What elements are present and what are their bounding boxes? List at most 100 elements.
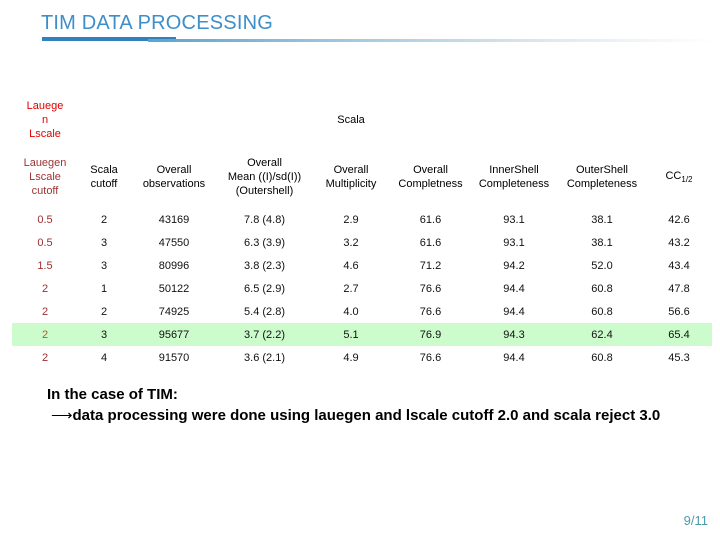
cell-outershell-completeness: 62.4	[591, 328, 613, 341]
column-header-overall-mean: Overall Mean ((I)/sd(I)) (Outershell)	[218, 146, 311, 208]
cell-scala-cutoff: 2	[100, 213, 108, 226]
col1-line2: cutoff	[90, 178, 118, 190]
page-title: TIM DATA PROCESSING	[41, 12, 273, 34]
note-body-text: data processing were done using lauegen …	[72, 406, 661, 424]
col2-line1: Overall	[156, 163, 192, 176]
cell-outershell-completeness: 52.0	[591, 259, 613, 272]
table-group-header-row: Lauege n Lscale Scala	[12, 96, 712, 146]
col2-line2: observations	[142, 178, 206, 190]
cell-innershell-completeness: 94.2	[503, 259, 525, 272]
col7-line2: Completeness	[566, 178, 638, 190]
group-header-spacer-a	[78, 96, 130, 146]
cell-scala-cutoff: 4	[100, 351, 108, 364]
group-header-spacer-g	[646, 96, 712, 146]
col5-line1: Overall	[413, 163, 448, 176]
cell-overall-completness: 76.9	[419, 328, 442, 341]
column-header-overall-completness: Overall Completness	[391, 146, 470, 208]
cell-overall-mean: 3.8 (2.3)	[244, 259, 285, 272]
cell-overall-multiplicity: 4.9	[343, 351, 359, 364]
table-row: 1.5 3 80996 3.8 (2.3) 4.6 71.2 94.2 52.0…	[12, 254, 712, 277]
col3-line3: (Outershell)	[235, 185, 294, 198]
cell-cc-half: 65.4	[668, 328, 690, 341]
cell-overall-completness: 71.2	[419, 259, 442, 272]
cell-cc-half: 45.3	[668, 351, 690, 364]
col4-line2: Multiplicity	[325, 178, 377, 190]
cell-overall-mean: 7.8 (4.8)	[244, 213, 285, 226]
col1-line1: Scala	[90, 163, 118, 176]
note-body: ⟶data processing were done using lauegen…	[47, 406, 667, 427]
group-header-spacer-f	[558, 96, 646, 146]
table-row: 0.5 3 47550 6.3 (3.9) 3.2 61.6 93.1 38.1…	[12, 231, 712, 254]
results-table: Lauege n Lscale Scala Lauegen Lscale cut…	[12, 96, 712, 369]
cell-lauegen-lscale-cutoff: 1.5	[37, 259, 53, 272]
cell-overall-multiplicity: 2.9	[343, 213, 359, 226]
cell-cc-half: 47.8	[668, 282, 690, 295]
col6-line1: InnerShell	[489, 163, 539, 176]
col3-line2: Mean ((I)/sd(I))	[227, 170, 302, 183]
table-row: 0.5 2 43169 7.8 (4.8) 2.9 61.6 93.1 38.1…	[12, 208, 712, 231]
cell-overall-mean: 6.5 (2.9)	[244, 282, 285, 295]
cell-overall-completness: 61.6	[419, 213, 442, 226]
cell-cc-half: 43.4	[668, 259, 690, 272]
cell-overall-observations: 80996	[158, 259, 190, 272]
cell-innershell-completeness: 94.4	[503, 282, 525, 295]
cell-overall-observations: 74925	[158, 305, 190, 318]
col4-line1: Overall	[333, 163, 369, 176]
cell-scala-cutoff: 3	[100, 328, 108, 341]
note-block: In the case of TIM: ⟶data processing wer…	[47, 385, 667, 426]
cell-cc-half: 42.6	[668, 213, 690, 226]
group-header-lauegen: Lauege n Lscale	[12, 96, 78, 146]
column-header-outershell-completeness: OuterShell Completeness	[558, 146, 646, 208]
cell-overall-completness: 76.6	[419, 351, 442, 364]
cell-overall-multiplicity: 3.2	[343, 236, 359, 249]
cell-overall-completness: 76.6	[419, 282, 442, 295]
cell-lauegen-lscale-cutoff: 2	[41, 328, 49, 341]
cell-innershell-completeness: 93.1	[503, 236, 525, 249]
cell-scala-cutoff: 3	[100, 259, 108, 272]
group-header-spacer-c	[218, 96, 311, 146]
cell-overall-observations: 95677	[158, 328, 190, 341]
col8-subscript: 1/2	[681, 174, 693, 184]
col7-line1: OuterShell	[576, 163, 628, 176]
cell-outershell-completeness: 38.1	[591, 236, 613, 249]
title-underline-gradient	[148, 39, 714, 42]
table-row: 2 1 50122 6.5 (2.9) 2.7 76.6 94.4 60.8 4…	[12, 277, 712, 300]
cell-overall-mean: 3.7 (2.2)	[244, 328, 285, 341]
cell-lauegen-lscale-cutoff: 2	[41, 305, 49, 318]
cell-scala-cutoff: 1	[100, 282, 108, 295]
cell-overall-observations: 47550	[158, 236, 190, 249]
table-column-header-row: Lauegen Lscale cutoff Scala cutoff Overa…	[12, 146, 712, 208]
cell-overall-observations: 43169	[158, 213, 190, 226]
group-header-scala: Scala	[337, 114, 365, 127]
table-row-highlighted: 2 3 95677 3.7 (2.2) 5.1 76.9 94.3 62.4 6…	[12, 323, 712, 346]
cell-overall-mean: 5.4 (2.8)	[244, 305, 285, 318]
cell-overall-observations: 50122	[158, 282, 190, 295]
cell-outershell-completeness: 60.8	[591, 351, 613, 364]
cell-innershell-completeness: 94.3	[503, 328, 525, 341]
arrow-right-icon: ⟶	[51, 406, 72, 424]
cell-innershell-completeness: 94.4	[503, 305, 525, 318]
cell-lauegen-lscale-cutoff: 0.5	[37, 213, 53, 226]
cell-innershell-completeness: 94.4	[503, 351, 525, 364]
cell-innershell-completeness: 93.1	[503, 213, 525, 226]
table-row: 2 2 74925 5.4 (2.8) 4.0 76.6 94.4 60.8 5…	[12, 300, 712, 323]
column-header-overall-observations: Overall observations	[130, 146, 218, 208]
cell-outershell-completeness: 38.1	[591, 213, 613, 226]
column-header-innershell-completeness: InnerShell Completeness	[470, 146, 558, 208]
cell-cc-half: 56.6	[668, 305, 690, 318]
cell-lauegen-lscale-cutoff: 2	[41, 282, 49, 295]
cell-overall-multiplicity: 4.0	[343, 305, 359, 318]
cell-overall-multiplicity: 2.7	[343, 282, 359, 295]
column-header-scala-cutoff: Scala cutoff	[78, 146, 130, 208]
cell-scala-cutoff: 3	[100, 236, 108, 249]
cell-overall-completness: 76.6	[419, 305, 442, 318]
group-header-lauegen-line1: Lauege	[26, 100, 64, 113]
cell-overall-mean: 6.3 (3.9)	[244, 236, 285, 249]
col5-line2: Completness	[398, 178, 463, 190]
group-header-spacer-d	[391, 96, 470, 146]
cell-outershell-completeness: 60.8	[591, 282, 613, 295]
cell-overall-observations: 91570	[158, 351, 190, 364]
column-header-cc-half: CC1/2	[646, 146, 712, 208]
cell-overall-mean: 3.6 (2.1)	[244, 351, 285, 364]
page-number: 9/11	[683, 513, 708, 528]
